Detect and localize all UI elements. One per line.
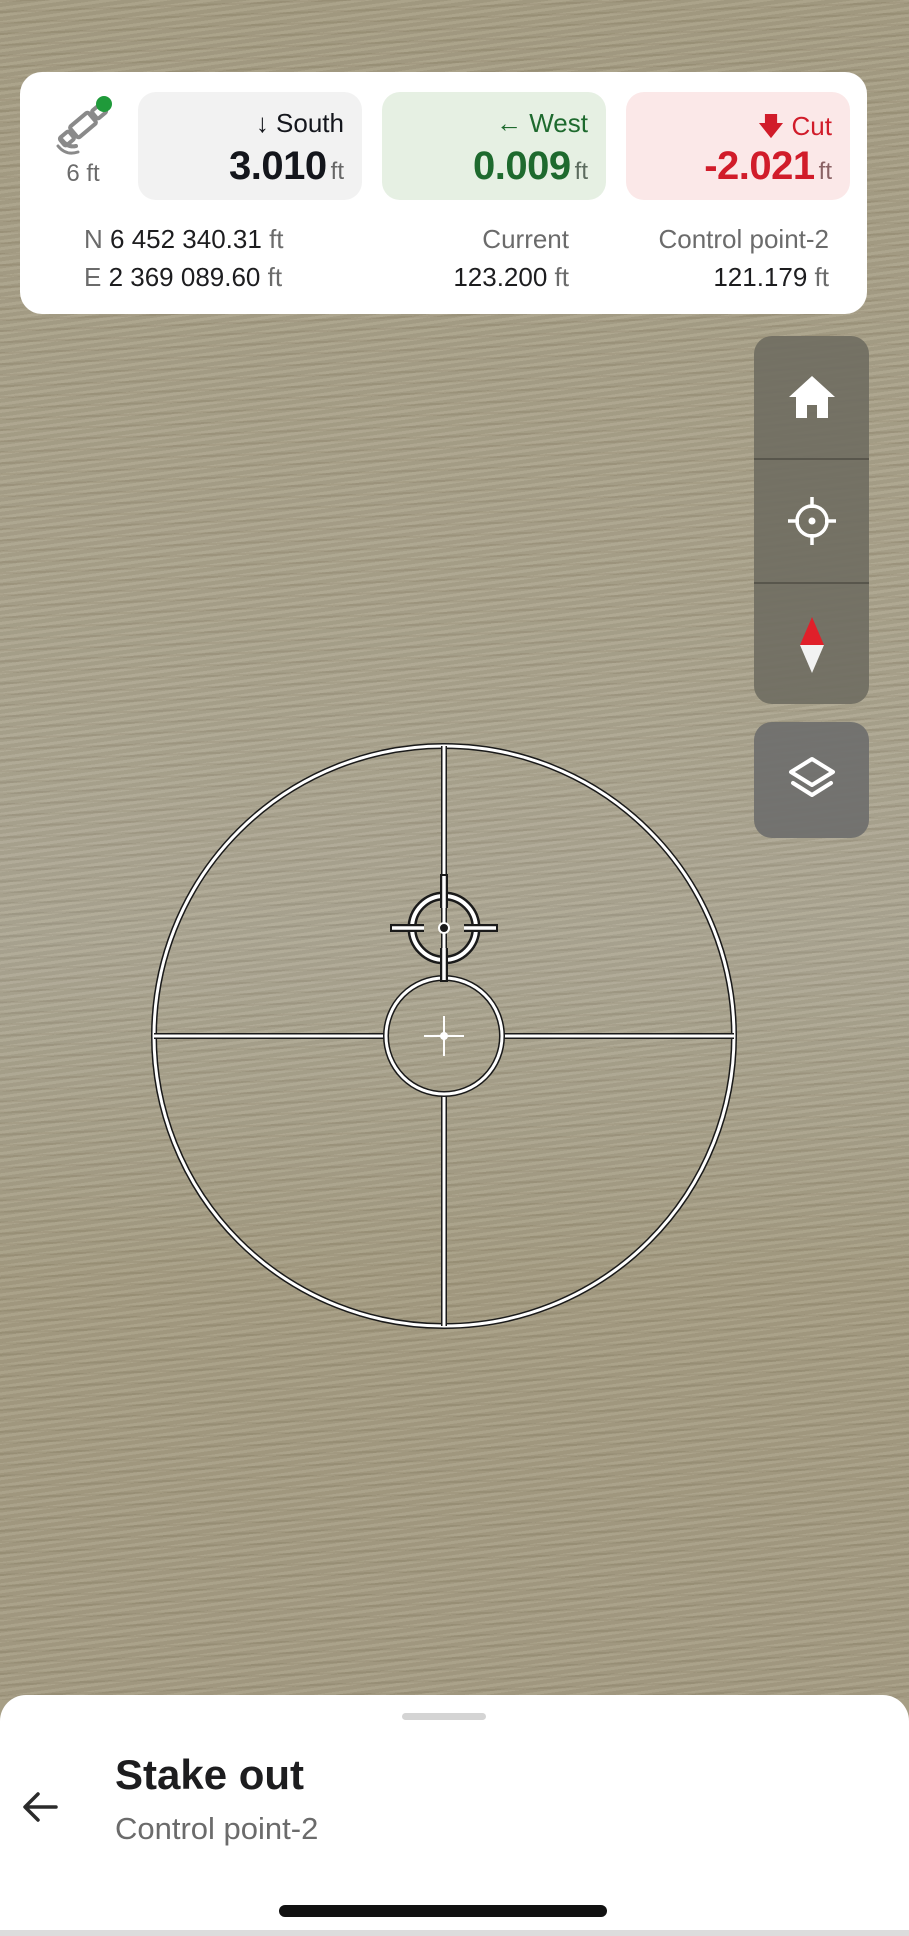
bottom-divider <box>0 1930 909 1936</box>
compass-icon <box>799 617 824 673</box>
arrow-left-icon <box>23 1792 58 1822</box>
target-point-label: Control point-2 <box>658 224 829 254</box>
easting-value: 2 369 089.60 <box>108 262 261 292</box>
cut-unit: ft <box>818 158 832 185</box>
current-position-marker <box>390 874 498 982</box>
current-elevation-label: Current <box>482 224 569 254</box>
layers-icon <box>788 757 835 797</box>
target-elevation-value: 121.179 <box>713 262 808 292</box>
cut-fill-tile: 🡇 Cut -2.021 ft <box>626 92 850 200</box>
home-indicator[interactable] <box>279 1905 607 1917</box>
back-button[interactable] <box>18 1785 62 1829</box>
sheet-subtitle: Control point-2 <box>115 1811 319 1846</box>
west-value: 0.009 <box>473 144 571 188</box>
center-location-button[interactable] <box>754 460 869 582</box>
south-value: 3.010 <box>229 144 327 188</box>
west-unit: ft <box>574 158 588 185</box>
northing-value: 6 452 340.31 <box>110 224 262 254</box>
home-button[interactable] <box>754 336 869 458</box>
west-offset-tile: ← West 0.009 ft <box>382 92 606 200</box>
compass-button[interactable] <box>754 584 869 704</box>
crosshair-icon <box>787 497 836 545</box>
south-label: South <box>276 108 344 138</box>
gps-accuracy-label: 6 ft <box>66 160 100 187</box>
current-elevation-row: 123.200 ft <box>453 262 569 292</box>
target-elevation-row: 121.179 ft <box>713 262 829 292</box>
cut-value: -2.021 <box>704 144 815 188</box>
home-icon <box>788 376 835 418</box>
easting-row: E 2 369 089.60 ft <box>84 262 283 292</box>
current-elevation-value: 123.200 <box>453 262 548 292</box>
arrow-left-icon: ← <box>496 108 522 138</box>
target-point-marker <box>424 1016 464 1056</box>
sheet-title: Stake out <box>115 1751 305 1798</box>
south-unit: ft <box>330 158 344 185</box>
south-offset-tile: ↓ South 3.010 ft <box>138 92 362 200</box>
gps-fix-dot <box>96 96 112 112</box>
map-controls-panel <box>754 336 869 704</box>
satellite-icon <box>56 96 112 155</box>
sheet-drag-handle[interactable] <box>402 1713 486 1720</box>
west-label: West <box>529 108 588 138</box>
bottom-sheet[interactable]: Stake out Control point-2 <box>0 1695 909 1936</box>
northing-row: N 6 452 340.31 ft <box>84 224 284 254</box>
cut-arrow-icon: 🡇 <box>757 111 785 141</box>
stakeout-info-card: 6 ft ↓ South 3.010 ft ← West 0.009 ft 🡇 Cu… <box>20 72 867 314</box>
stakeout-target-reticle <box>151 743 737 1329</box>
gps-status[interactable]: 6 ft <box>48 94 118 187</box>
arrow-down-icon: ↓ <box>255 108 269 138</box>
layers-button[interactable] <box>754 722 869 838</box>
cut-label: Cut <box>791 111 832 141</box>
